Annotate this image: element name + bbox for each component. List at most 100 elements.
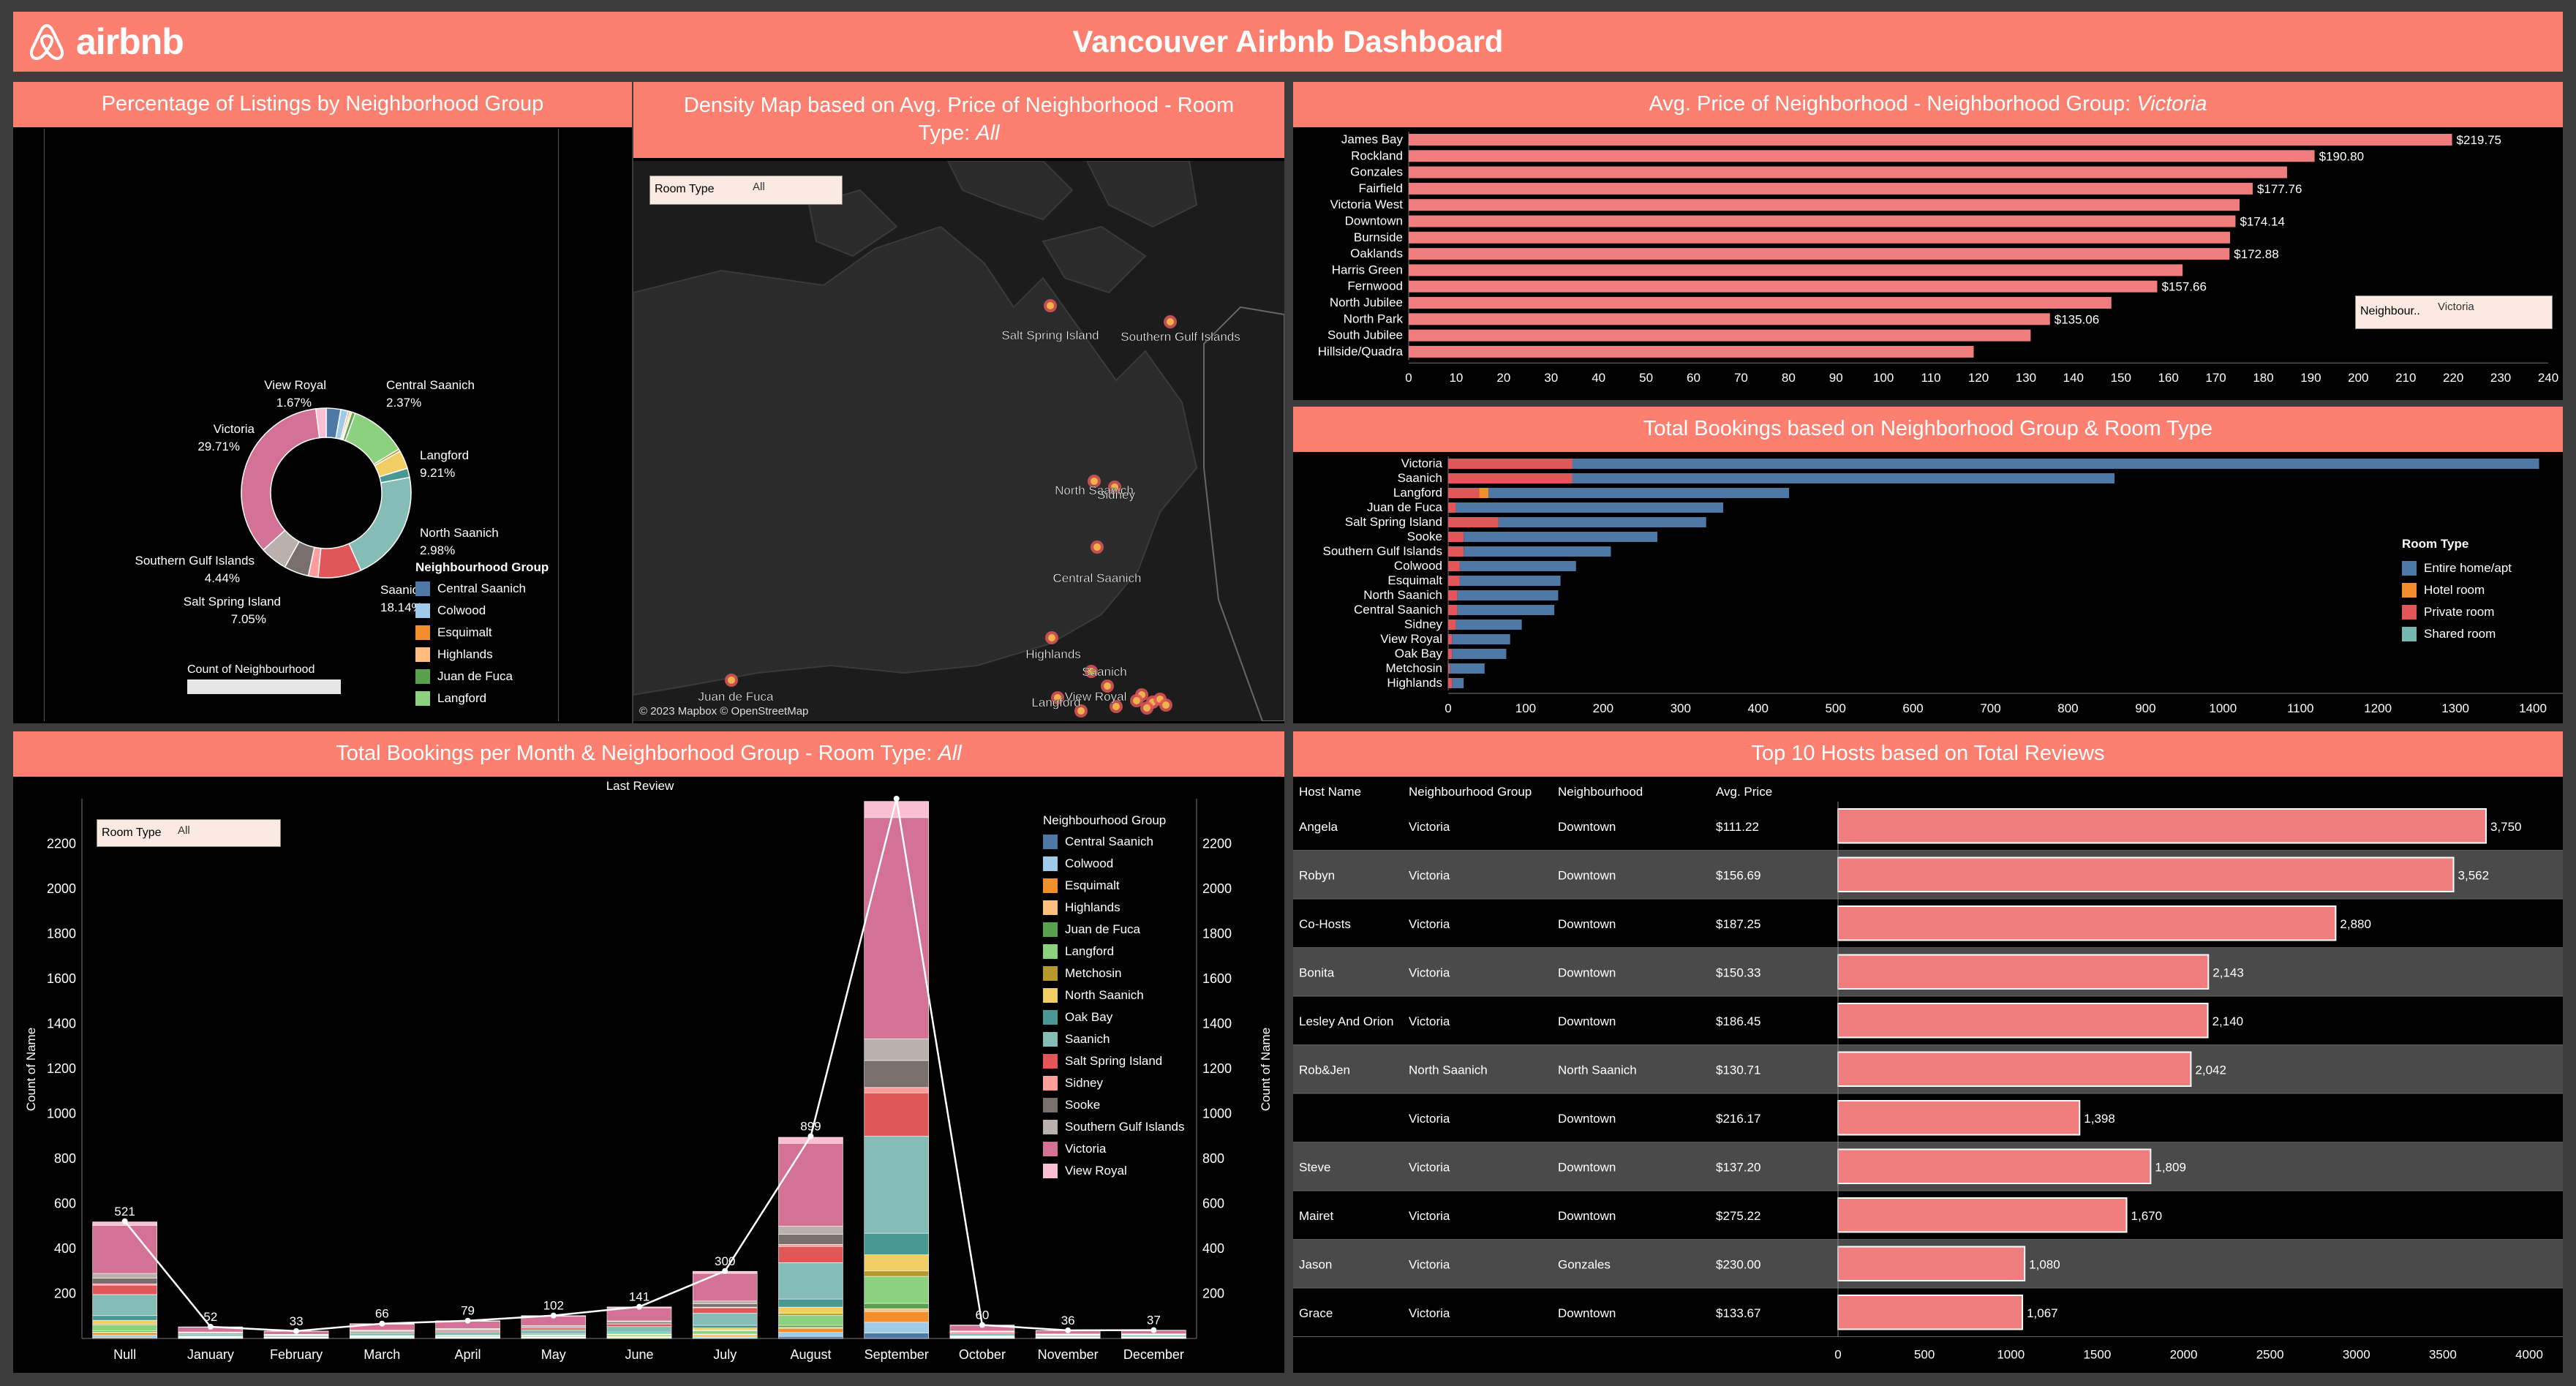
donut-legend-item[interactable]: Colwood <box>415 600 549 622</box>
room-type-legend-item[interactable]: Shared room <box>2402 623 2512 645</box>
room-type-legend-item[interactable]: Hotel room <box>2402 579 2512 601</box>
room-type-bar-segment <box>1572 473 2115 483</box>
room-type-x-tick: 1400 <box>2519 701 2547 715</box>
monthly-legend-item[interactable]: Sooke <box>1043 1094 1184 1116</box>
hosts-avg-price: $137.20 <box>1716 1161 1760 1175</box>
monthly-legend-item[interactable]: Victoria <box>1043 1138 1184 1160</box>
room-type-category: Oak Bay <box>1395 647 1443 660</box>
monthly-legend-item[interactable]: Sidney <box>1043 1072 1184 1094</box>
monthly-total-label: 521 <box>114 1205 135 1219</box>
avg-price-bar <box>1409 134 2452 146</box>
monthly-legend-title: Neighbourhood Group <box>1043 813 1167 827</box>
avg-price-x-tick: 60 <box>1687 371 1701 385</box>
avg-price-value: $177.76 <box>2257 182 2302 196</box>
monthly-legend-label: Juan de Fuca <box>1065 922 1141 936</box>
room-type-x-tick: 400 <box>1748 701 1769 715</box>
room-type-x-tick: 1200 <box>2364 701 2392 715</box>
donut-legend-item[interactable]: Highlands <box>415 644 549 666</box>
top-hosts-table[interactable]: Host Name Neighbourhood Group Neighbourhoo… <box>1293 777 2563 1373</box>
room-type-category: Colwood <box>1394 559 1442 573</box>
avg-price-panel: Avg. Price of Neighborhood - Neighborhoo… <box>1293 82 2563 400</box>
avg-price-category: Oaklands <box>1350 246 1403 260</box>
monthly-bar-segment <box>864 1060 929 1088</box>
avg-price-x-tick: 130 <box>2016 371 2036 385</box>
donut-legend-item[interactable]: Central Saanich <box>415 578 549 600</box>
hosts-review-value: 1,080 <box>2029 1258 2060 1272</box>
hosts-x-tick: 2500 <box>2256 1348 2284 1362</box>
room-type-category: Sooke <box>1407 530 1442 543</box>
donut-legend-label: Juan de Fuca <box>437 669 513 683</box>
monthly-y-tick-right: 2000 <box>1202 881 1232 896</box>
room-type-category: Esquimalt <box>1387 573 1442 587</box>
room-type-chart[interactable]: VictoriaSaanichLangfordJuan de FucaSalt … <box>1293 452 2563 723</box>
donut-legend-item[interactable]: Esquimalt <box>415 622 549 644</box>
monthly-bar-segment <box>778 1246 843 1263</box>
monthly-bar-segment <box>92 1278 157 1284</box>
room-type-bar-segment <box>1452 649 1507 659</box>
hosts-column-header: Neighbourhood Group <box>1409 785 1532 799</box>
hosts-host-name: Rob&Jen <box>1299 1063 1350 1077</box>
monthly-room-type-filter[interactable]: Room Type All <box>97 819 281 847</box>
donut-legend-item[interactable]: Juan de Fuca <box>415 666 549 688</box>
hosts-avg-price: $156.69 <box>1716 869 1760 883</box>
monthly-legend-item[interactable]: Metchosin <box>1043 963 1184 984</box>
donut-legend-item[interactable]: Langford <box>415 688 549 709</box>
monthly-bar-segment <box>692 1313 758 1326</box>
monthly-x-tick: October <box>959 1347 1006 1362</box>
monthly-legend-item[interactable]: Saanich <box>1043 1028 1184 1050</box>
density-map[interactable]: Salt Spring Island Southern Gulf IslandsN… <box>633 161 1284 721</box>
room-type-category: Juan de Fuca <box>1367 500 1443 514</box>
monthly-y-tick: 1000 <box>47 1107 76 1121</box>
monthly-legend-item[interactable]: Colwood <box>1043 853 1184 875</box>
monthly-total-label: 66 <box>375 1307 389 1321</box>
hosts-review-value: 1,067 <box>2027 1306 2058 1320</box>
monthly-legend-item[interactable]: Oak Bay <box>1043 1006 1184 1028</box>
monthly-x-tick: June <box>625 1347 653 1362</box>
monthly-legend-item[interactable]: Juan de Fuca <box>1043 919 1184 941</box>
room-type-legend-item[interactable]: Private room <box>2402 601 2512 623</box>
monthly-x-tick: April <box>455 1347 481 1362</box>
hosts-group: Victoria <box>1409 1209 1450 1223</box>
monthly-legend-item[interactable]: Southern Gulf Islands <box>1043 1116 1184 1138</box>
monthly-legend-label: Highlands <box>1065 900 1121 914</box>
map-landmass <box>1042 225 1147 294</box>
monthly-legend-item[interactable]: Esquimalt <box>1043 875 1184 897</box>
room-type-legend-item[interactable]: Entire home/apt <box>2402 557 2512 579</box>
monthly-legend-item[interactable]: Central Saanich <box>1043 831 1184 853</box>
monthly-legend-item[interactable]: View Royal <box>1043 1160 1184 1182</box>
avg-price-category: North Jubilee <box>1330 295 1403 309</box>
hosts-review-bar <box>1837 954 2210 990</box>
avg-price-value: $157.66 <box>2161 280 2206 294</box>
map-landmass <box>633 225 1198 696</box>
monthly-legend-swatch <box>1043 1164 1058 1178</box>
room-type-bar-segment <box>1448 649 1453 659</box>
donut-legend-label: Highlands <box>437 647 493 661</box>
hosts-review-value: 2,880 <box>2340 917 2371 931</box>
room-type-legend-label: Shared room <box>2424 627 2496 641</box>
neighbourhood-filter[interactable]: Neighbour.. Victoria <box>2355 295 2553 329</box>
monthly-legend-item[interactable]: Highlands <box>1043 897 1184 919</box>
monthly-legend-item[interactable]: Langford <box>1043 941 1184 963</box>
hosts-x-tick: 0 <box>1834 1348 1841 1362</box>
map-credit[interactable]: © 2023 Mapbox © OpenStreetMap <box>639 705 808 718</box>
monthly-bar-segment <box>521 1327 587 1330</box>
avg-price-value: $172.88 <box>2234 247 2278 261</box>
hosts-review-value: 3,562 <box>2458 869 2490 883</box>
avg-price-chart[interactable]: James Bay $219.75 Rockland $190.80 Gonzales F… <box>1293 127 2563 400</box>
monthly-legend-item[interactable]: North Saanich <box>1043 984 1184 1006</box>
hosts-review-bar <box>1837 1197 2128 1233</box>
monthly-y-tick-right: 2200 <box>1202 837 1232 851</box>
monthly-legend-swatch <box>1043 1010 1058 1025</box>
monthly-trend-point <box>636 1303 642 1310</box>
hosts-review-value: 3,750 <box>2490 820 2522 834</box>
avg-price-x-tick: 230 <box>2490 371 2511 385</box>
room-type-legend-label: Entire home/apt <box>2424 561 2512 575</box>
monthly-legend-item[interactable]: Salt Spring Island <box>1043 1050 1184 1072</box>
avg-price-bar <box>1409 264 2183 276</box>
room-type-filter[interactable]: Room Type All <box>649 176 843 205</box>
avg-price-category: Rockland <box>1351 148 1403 162</box>
monthly-legend-swatch <box>1043 1076 1058 1091</box>
monthly-legend-swatch <box>1043 1120 1058 1134</box>
map-place-label: Highlands <box>1025 647 1081 661</box>
donut-legend-swatch <box>415 691 430 706</box>
